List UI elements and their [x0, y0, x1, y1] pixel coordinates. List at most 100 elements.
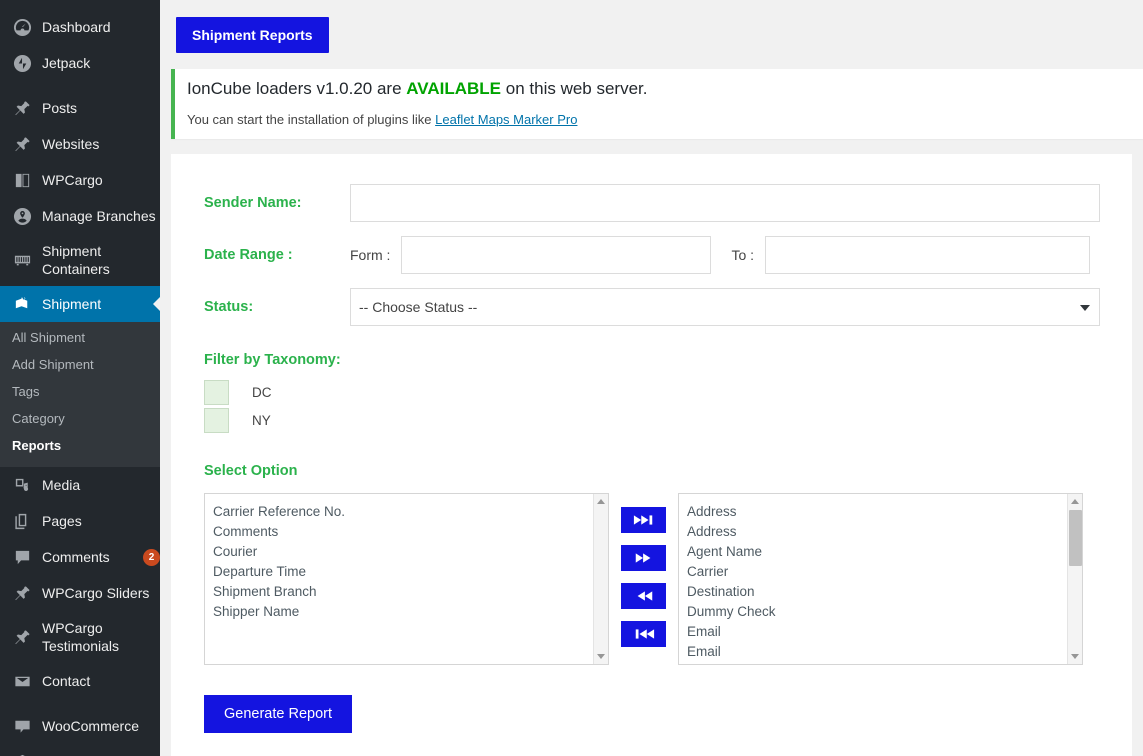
- sidebar-group-secondary: Media Pages Comments 2 WPCargo Sliders: [0, 467, 160, 699]
- sidebar-item-contact[interactable]: Contact: [0, 663, 160, 699]
- sidebar-subitem-add-shipment[interactable]: Add Shipment: [0, 351, 160, 378]
- list-item[interactable]: Email: [687, 622, 1066, 642]
- sender-name-label: Sender Name:: [204, 195, 350, 211]
- list-item[interactable]: Destination: [687, 582, 1066, 602]
- list-item[interactable]: Shipper Name: [213, 602, 592, 622]
- ioncube-notice: IonCube loaders v1.0.20 are AVAILABLE on…: [171, 69, 1143, 139]
- selected-options-items: Address Address Agent Name Carrier Desti…: [679, 502, 1082, 662]
- media-icon: [10, 475, 34, 495]
- skip-backward-icon: [633, 628, 655, 640]
- list-item[interactable]: Agent Name: [687, 542, 1066, 562]
- admin-page: Dashboard Jetpack Posts W: [0, 0, 1143, 756]
- taxonomy-label-dc: DC: [252, 385, 272, 400]
- taxonomy-checkbox-dc[interactable]: [204, 380, 229, 405]
- sidebar-subitem-category[interactable]: Category: [0, 405, 160, 432]
- list-item[interactable]: Departure Time: [213, 562, 592, 582]
- container-icon: [10, 250, 34, 270]
- sidebar-item-dashboard[interactable]: Dashboard: [0, 9, 160, 45]
- list-item[interactable]: Courier: [213, 542, 592, 562]
- sidebar-group-content: Posts Websites WPCargo Manage Branches: [0, 90, 160, 286]
- fast-forward-icon: [633, 552, 655, 564]
- book-icon: [10, 170, 34, 190]
- date-to-input[interactable]: [765, 236, 1090, 274]
- sidebar-item-wpcargo-testimonials[interactable]: WPCargo Testimonials: [0, 611, 160, 663]
- list-item[interactable]: Carrier Reference No.: [213, 502, 592, 522]
- location-pin-icon: [10, 206, 34, 226]
- admin-sidebar: Dashboard Jetpack Posts W: [0, 0, 160, 756]
- pin-icon: [10, 627, 34, 647]
- sidebar-item-media[interactable]: Media: [0, 467, 160, 503]
- sidebar-item-pages[interactable]: Pages: [0, 503, 160, 539]
- shipment-flag-icon: [10, 294, 34, 314]
- sidebar-item-label: WPCargo Testimonials: [42, 619, 160, 655]
- filter-by-taxonomy-heading: Filter by Taxonomy:: [171, 352, 1132, 368]
- list-item[interactable]: Address: [687, 502, 1066, 522]
- sidebar-item-label: Media: [42, 476, 160, 494]
- move-left-button[interactable]: [621, 583, 666, 609]
- list-item[interactable]: Address: [687, 522, 1066, 542]
- list-item[interactable]: Dummy Check: [687, 602, 1066, 622]
- sidebar-item-websites[interactable]: Websites: [0, 126, 160, 162]
- sidebar-item-label: Pages: [42, 512, 160, 530]
- comments-count-badge: 2: [143, 549, 160, 566]
- notice-sub-before: You can start the installation of plugin…: [187, 112, 435, 127]
- list-item[interactable]: Email: [687, 642, 1066, 662]
- status-select-value: -- Choose Status --: [359, 299, 477, 315]
- status-row: Status: -- Choose Status --: [171, 288, 1132, 326]
- sidebar-item-manage-branches[interactable]: Manage Branches: [0, 198, 160, 234]
- sidebar-item-posts[interactable]: Posts: [0, 90, 160, 126]
- taxonomy-checkbox-ny[interactable]: [204, 408, 229, 433]
- sidebar-item-woocommerce[interactable]: WooCommerce: [0, 708, 160, 744]
- sidebar-item-comments[interactable]: Comments 2: [0, 539, 160, 575]
- scrollbar-thumb[interactable]: [1069, 510, 1082, 566]
- sidebar-item-label: Shipment Containers: [42, 242, 160, 278]
- sidebar-group-primary: Dashboard Jetpack: [0, 9, 160, 81]
- scroll-down-arrow-icon[interactable]: [597, 654, 605, 659]
- sidebar-subitem-all-shipment[interactable]: All Shipment: [0, 324, 160, 351]
- tab-shipment-reports[interactable]: Shipment Reports: [176, 17, 329, 53]
- scroll-up-arrow-icon[interactable]: [597, 499, 605, 504]
- generate-report-button[interactable]: Generate Report: [204, 695, 352, 733]
- sender-name-row: Sender Name:: [171, 184, 1132, 222]
- list-item[interactable]: Carrier: [687, 562, 1066, 582]
- date-from-input[interactable]: [401, 236, 711, 274]
- date-to-label: To :: [731, 247, 754, 263]
- sender-name-input[interactable]: [350, 184, 1100, 222]
- fast-backward-icon: [633, 590, 655, 602]
- sidebar-item-label: WPCargo: [42, 171, 160, 189]
- dashboard-icon: [10, 17, 34, 37]
- taxonomy-label-ny: NY: [252, 413, 271, 428]
- move-all-right-button[interactable]: [621, 507, 666, 533]
- date-range-label: Date Range :: [204, 247, 350, 263]
- sidebar-item-label: Contact: [42, 672, 160, 690]
- available-list-scrollbar[interactable]: [593, 494, 608, 664]
- jetpack-icon: [10, 53, 34, 73]
- comment-icon: [10, 547, 34, 567]
- woocommerce-icon: [10, 716, 34, 736]
- sidebar-item-label: Dashboard: [42, 18, 160, 36]
- sidebar-item-shipment-containers[interactable]: Shipment Containers: [0, 234, 160, 286]
- pin-icon: [10, 134, 34, 154]
- sidebar-item-label: Websites: [42, 135, 160, 153]
- list-item[interactable]: Shipment Branch: [213, 582, 592, 602]
- scroll-down-arrow-icon[interactable]: [1071, 654, 1079, 659]
- available-options-list[interactable]: Carrier Reference No. Comments Courier D…: [204, 493, 609, 665]
- sidebar-item-products[interactable]: Products: [0, 744, 160, 756]
- selected-list-scrollbar[interactable]: [1067, 494, 1082, 664]
- move-right-button[interactable]: [621, 545, 666, 571]
- date-from-label: Form :: [350, 247, 390, 263]
- sidebar-item-shipment[interactable]: Shipment: [0, 286, 160, 322]
- selected-options-list[interactable]: Address Address Agent Name Carrier Desti…: [678, 493, 1083, 665]
- move-all-left-button[interactable]: [621, 621, 666, 647]
- pages-icon: [10, 511, 34, 531]
- sidebar-subitem-tags[interactable]: Tags: [0, 378, 160, 405]
- sidebar-item-wpcargo-sliders[interactable]: WPCargo Sliders: [0, 575, 160, 611]
- leaflet-maps-marker-pro-link[interactable]: Leaflet Maps Marker Pro: [435, 112, 577, 127]
- sidebar-item-wpcargo[interactable]: WPCargo: [0, 162, 160, 198]
- scroll-up-arrow-icon[interactable]: [1071, 499, 1079, 504]
- list-item[interactable]: Comments: [213, 522, 592, 542]
- chevron-down-icon: [1080, 305, 1090, 311]
- sidebar-item-jetpack[interactable]: Jetpack: [0, 45, 160, 81]
- status-select[interactable]: -- Choose Status --: [350, 288, 1100, 326]
- sidebar-subitem-reports[interactable]: Reports: [0, 432, 160, 459]
